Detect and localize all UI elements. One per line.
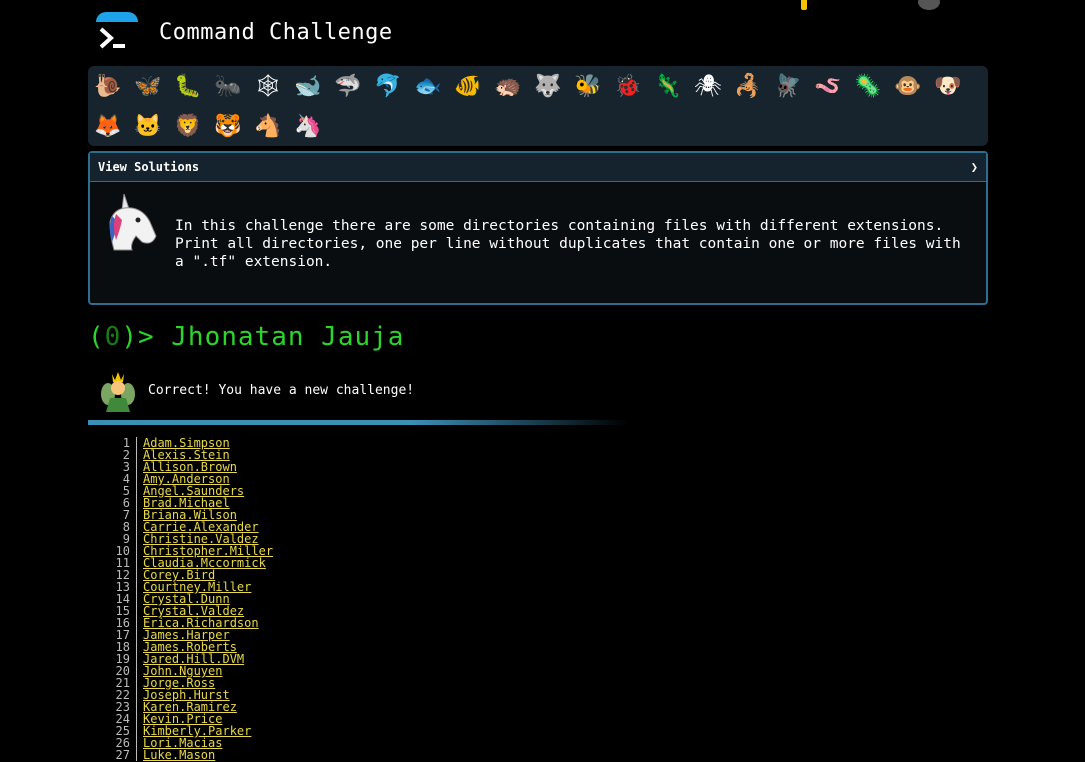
view-solutions-toggle[interactable]: View Solutions ❯ — [90, 153, 986, 182]
line-number: 7 — [100, 509, 137, 521]
snail-icon[interactable]: 🐌 — [90, 68, 126, 104]
hedgehog-icon[interactable]: 🦔 — [490, 68, 526, 104]
fish-icon[interactable]: 🐟 — [410, 68, 446, 104]
microbe-icon[interactable]: 🦠 — [850, 68, 886, 104]
tropical-fish-icon[interactable]: 🐠 — [450, 68, 486, 104]
status-message-row: Correct! You have a new challenge! — [100, 370, 700, 412]
line-number: 8 — [100, 521, 137, 533]
partial-icon-top — [801, 0, 807, 10]
lizard-icon[interactable]: 🦎 — [650, 68, 686, 104]
view-solutions-label: View Solutions — [98, 160, 200, 174]
line-number: 6 — [100, 497, 137, 509]
cat-icon[interactable]: 🐱 — [130, 108, 166, 144]
status-message: Correct! You have a new challenge! — [148, 383, 415, 398]
ladybug-icon[interactable]: 🐞 — [610, 68, 646, 104]
user-name: Jhonatan Jauja — [171, 322, 405, 352]
solved-count: 0 — [104, 322, 122, 352]
caterpillar-icon[interactable]: 🐛 — [170, 68, 206, 104]
fairy-icon — [101, 372, 135, 412]
worm-icon[interactable]: 🪱 — [810, 68, 846, 104]
fly-icon[interactable]: 🪰 — [770, 68, 806, 104]
line-number: 27 — [100, 749, 137, 761]
butterfly-icon[interactable]: 🦋 — [130, 68, 166, 104]
bee-icon[interactable]: 🐝 — [570, 68, 606, 104]
output-line: 27 Luke.Mason — [100, 749, 273, 761]
challenge-description: In this challenge there are some directo… — [175, 218, 961, 270]
partial-avatar-top — [918, 0, 940, 10]
lion-icon[interactable]: 🦁 — [170, 108, 206, 144]
terminal-prompt-icon[interactable] — [98, 24, 128, 54]
unicorn-icon — [109, 193, 157, 251]
chevron-right-icon: ❯ — [970, 160, 978, 174]
solutions-panel: View Solutions ❯ In this challenge there… — [88, 151, 988, 305]
fox-icon[interactable]: 🦊 — [90, 108, 126, 144]
line-number: 5 — [100, 485, 137, 497]
dog-icon[interactable]: 🐶 — [930, 68, 966, 104]
dolphin-icon[interactable]: 🐬 — [370, 68, 406, 104]
line-number: 4 — [100, 473, 137, 485]
tiger-icon[interactable]: 🐯 — [210, 108, 246, 144]
monkey-icon[interactable]: 🐵 — [890, 68, 926, 104]
line-number: 3 — [100, 461, 137, 473]
wolf-icon[interactable]: 🐺 — [530, 68, 566, 104]
line-number: 1 — [100, 437, 137, 449]
challenge-icon-bar: 🐌 🦋 🐛 🐜 🕸 🐋 🦈 🐬 🐟 🐠 🦔 🐺 🐝 🐞 🦎 🕷 🦂 🪰 🪱 🦠 🐵 🐶 🦊 🐱 🦁 🐯 🐴 🦄 — [88, 66, 988, 146]
prompt-open-paren: ( — [88, 322, 105, 352]
horse-icon[interactable]: 🐴 — [250, 108, 286, 144]
user-prompt: (0)> Jhonatan Jauja — [88, 322, 404, 352]
shark-icon[interactable]: 🦈 — [330, 68, 366, 104]
logo-arc — [96, 12, 138, 22]
spider-icon[interactable]: 🕷 — [690, 68, 726, 104]
unicorn-icon[interactable]: 🦄 — [290, 108, 326, 144]
page-title: Command Challenge — [159, 20, 393, 45]
command-output: 1 Adam.Simpson 2 Alexis.Stein 3 Allison.Brown… — [100, 437, 273, 761]
output-divider — [88, 420, 628, 425]
spider-web-icon[interactable]: 🕸 — [250, 68, 286, 104]
directory-name: Luke.Mason — [143, 748, 216, 762]
app-header: Command Challenge — [96, 0, 996, 58]
whale-icon[interactable]: 🐋 — [290, 68, 326, 104]
scorpion-icon[interactable]: 🦂 — [730, 68, 766, 104]
ant-icon[interactable]: 🐜 — [210, 68, 246, 104]
line-number: 2 — [100, 449, 137, 461]
prompt-close: )> — [121, 322, 155, 352]
